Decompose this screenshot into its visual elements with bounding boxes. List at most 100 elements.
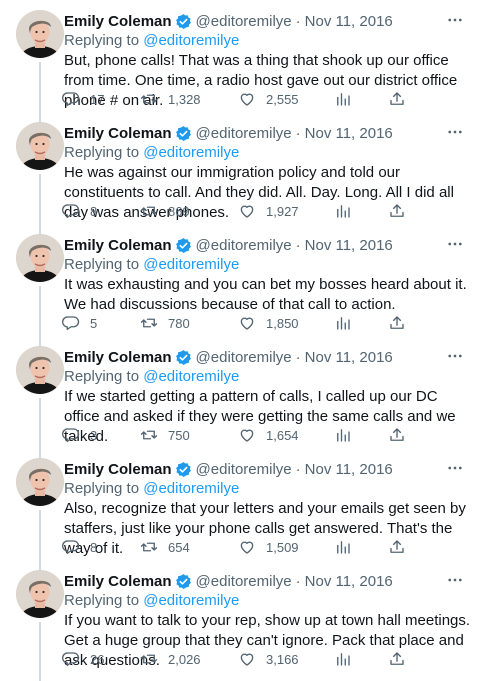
like-button[interactable]: 1,509 [238, 538, 299, 556]
retweet-button[interactable]: 654 [140, 538, 190, 556]
author-name[interactable]: Emily Coleman [64, 349, 172, 366]
author-name[interactable]: Emily Coleman [64, 461, 172, 478]
author-handle[interactable]: @editoremilye [196, 125, 292, 142]
tweet[interactable]: Emily Coleman @editoremilye · Nov 11, 20… [0, 560, 480, 672]
share-button[interactable] [388, 426, 406, 444]
tweet[interactable]: Emily Coleman @editoremilye · Nov 11, 20… [0, 448, 480, 560]
like-button[interactable]: 1,654 [238, 426, 299, 444]
heart-icon [240, 653, 254, 666]
like-button[interactable]: 3,166 [238, 650, 299, 668]
reply-button[interactable]: 17 [62, 90, 104, 108]
verified-badge-icon [175, 461, 192, 478]
author-name[interactable]: Emily Coleman [64, 237, 172, 254]
verified-badge-icon [175, 237, 192, 254]
replying-to-mention[interactable]: @editoremilye [143, 368, 239, 385]
reply-icon [62, 652, 80, 667]
reply-button[interactable]: 8 [62, 538, 97, 556]
share-button[interactable] [388, 314, 406, 332]
author-handle[interactable]: @editoremilye [196, 237, 292, 254]
replying-to-mention[interactable]: @editoremilye [143, 32, 239, 49]
author-handle[interactable]: @editoremilye [196, 461, 292, 478]
replying-to-mention[interactable]: @editoremilye [143, 256, 239, 273]
avatar[interactable] [16, 458, 64, 506]
views-button[interactable] [334, 202, 352, 220]
author-handle[interactable]: @editoremilye [196, 13, 292, 30]
like-count: 1,654 [266, 427, 299, 443]
avatar[interactable] [16, 10, 64, 58]
reply-button[interactable]: 26 [62, 650, 104, 668]
heart-icon [240, 205, 254, 218]
author-name[interactable]: Emily Coleman [64, 125, 172, 142]
more-horizontal-icon[interactable] [444, 121, 466, 143]
retweet-icon [140, 94, 158, 104]
replying-to-mention[interactable]: @editoremilye [143, 480, 239, 497]
tweet-date[interactable]: Nov 11, 2016 [305, 573, 393, 590]
reply-button[interactable]: 8 [62, 202, 97, 220]
avatar[interactable] [16, 570, 64, 618]
share-button[interactable] [388, 202, 406, 220]
separator-dot: · [295, 348, 301, 366]
tweet-date[interactable]: Nov 11, 2016 [305, 237, 393, 254]
share-button[interactable] [388, 650, 406, 668]
retweet-count: 869 [168, 203, 190, 219]
author-handle[interactable]: @editoremilye [196, 573, 292, 590]
views-button[interactable] [334, 426, 352, 444]
views-button[interactable] [334, 650, 352, 668]
views-bar-chart-icon [337, 317, 350, 330]
more-horizontal-icon[interactable] [444, 457, 466, 479]
author-name[interactable]: Emily Coleman [64, 13, 172, 30]
reply-button[interactable]: 3 [62, 426, 97, 444]
replying-to-mention[interactable]: @editoremilye [143, 592, 239, 609]
heart-icon [240, 317, 254, 330]
reply-count: 17 [90, 91, 105, 107]
retweet-button[interactable]: 750 [140, 426, 190, 444]
reply-button[interactable]: 5 [62, 314, 97, 332]
like-button[interactable]: 1,850 [238, 314, 299, 332]
share-button[interactable] [388, 538, 406, 556]
heart-icon [240, 93, 254, 106]
views-button[interactable] [334, 538, 352, 556]
avatar[interactable] [16, 122, 64, 170]
more-horizontal-icon[interactable] [444, 345, 466, 367]
tweet-date[interactable]: Nov 11, 2016 [305, 461, 393, 478]
like-count: 1,927 [266, 203, 299, 219]
author-handle[interactable]: @editoremilye [196, 349, 292, 366]
tweet-header: Emily Coleman @editoremilye · Nov 11, 20… [64, 235, 466, 255]
like-button[interactable]: 2,555 [238, 90, 299, 108]
tweet[interactable]: Emily Coleman @editoremilye · Nov 11, 20… [0, 224, 480, 336]
replying-to: Replying to @editoremilye [64, 256, 239, 273]
separator-dot: · [295, 12, 301, 30]
reply-count: 26 [90, 651, 105, 667]
tweet-header: Emily Coleman @editoremilye · Nov 11, 20… [64, 347, 466, 367]
views-button[interactable] [334, 90, 352, 108]
separator-dot: · [295, 236, 301, 254]
retweet-icon [140, 654, 158, 664]
tweet[interactable]: Emily Coleman @editoremilye · Nov 11, 20… [0, 336, 480, 448]
tweet[interactable]: Emily Coleman @editoremilye · Nov 11, 20… [0, 112, 480, 224]
more-horizontal-icon[interactable] [444, 9, 466, 31]
avatar[interactable] [16, 234, 64, 282]
views-button[interactable] [334, 314, 352, 332]
tweet[interactable]: Emily Coleman @editoremilye · Nov 11, 20… [0, 0, 480, 112]
retweet-button[interactable]: 1,328 [140, 90, 201, 108]
replying-prefix: Replying to [64, 592, 140, 609]
share-button[interactable] [388, 90, 406, 108]
retweet-button[interactable]: 780 [140, 314, 190, 332]
tweet-date[interactable]: Nov 11, 2016 [305, 13, 393, 30]
more-horizontal-icon[interactable] [444, 569, 466, 591]
avatar-photo-icon [16, 234, 64, 282]
reply-icon [62, 316, 80, 331]
tweet-date[interactable]: Nov 11, 2016 [305, 125, 393, 142]
tweet-date[interactable]: Nov 11, 2016 [305, 349, 393, 366]
verified-badge-icon [175, 13, 192, 30]
retweet-button[interactable]: 869 [140, 202, 190, 220]
tweet-header: Emily Coleman @editoremilye · Nov 11, 20… [64, 571, 466, 591]
retweet-button[interactable]: 2,026 [140, 650, 201, 668]
like-button[interactable]: 1,927 [238, 202, 299, 220]
more-horizontal-icon[interactable] [444, 233, 466, 255]
replying-to-mention[interactable]: @editoremilye [143, 144, 239, 161]
avatar[interactable] [16, 346, 64, 394]
replying-prefix: Replying to [64, 480, 140, 497]
author-name[interactable]: Emily Coleman [64, 573, 172, 590]
reply-count: 5 [90, 315, 98, 331]
